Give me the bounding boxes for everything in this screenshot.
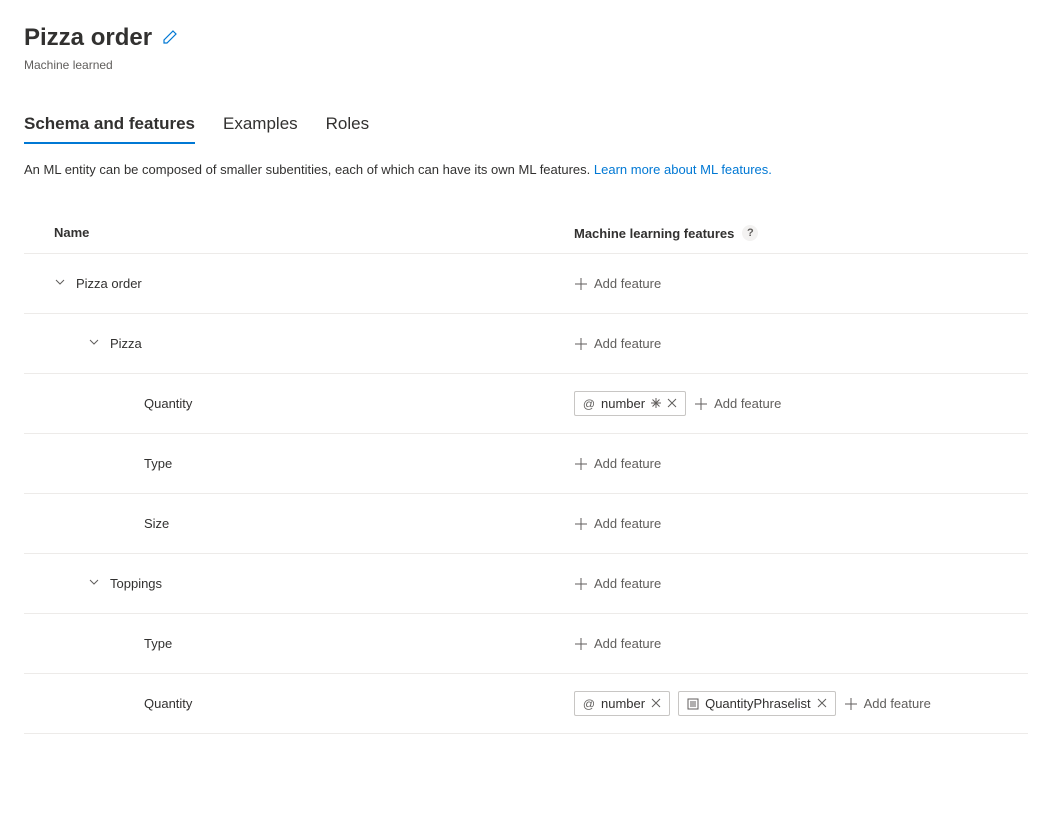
feature-chip[interactable]: @number	[574, 691, 670, 716]
entity-name[interactable]: Pizza order	[76, 276, 142, 291]
add-feature-button[interactable]: Add feature	[574, 516, 661, 531]
edit-icon[interactable]	[162, 29, 178, 48]
close-icon[interactable]	[817, 696, 827, 711]
chevron-down-icon[interactable]	[54, 276, 76, 291]
features-cell: Add feature	[574, 276, 661, 291]
features-cell: Add feature	[574, 516, 661, 531]
feature-chip[interactable]: QuantityPhraselist	[678, 691, 836, 716]
add-feature-button[interactable]: Add feature	[574, 636, 661, 651]
features-cell: @number Add feature	[574, 391, 781, 416]
feature-chip-label: number	[601, 696, 645, 711]
tab-examples[interactable]: Examples	[223, 114, 298, 144]
add-feature-label: Add feature	[594, 636, 661, 651]
required-icon[interactable]	[651, 396, 661, 411]
entity-name[interactable]: Quantity	[144, 696, 192, 711]
entity-name[interactable]: Pizza	[110, 336, 142, 351]
close-icon[interactable]	[667, 396, 677, 411]
add-feature-label: Add feature	[594, 516, 661, 531]
table-row: Toppings Add feature	[24, 554, 1028, 614]
feature-chip-label: number	[601, 396, 645, 411]
chevron-down-icon[interactable]	[88, 576, 110, 591]
features-cell: Add feature	[574, 636, 661, 651]
feature-chip-label: QuantityPhraselist	[705, 696, 811, 711]
entity-name[interactable]: Quantity	[144, 396, 192, 411]
entity-table: Name Machine learning features ? Pizza o…	[24, 213, 1028, 734]
help-icon[interactable]: ?	[742, 225, 758, 241]
column-header-features[interactable]: Machine learning features	[574, 226, 734, 241]
page-title: Pizza order	[24, 24, 152, 52]
add-feature-label: Add feature	[594, 336, 661, 351]
add-feature-label: Add feature	[714, 396, 781, 411]
table-row: Size Add feature	[24, 494, 1028, 554]
add-feature-button[interactable]: Add feature	[574, 336, 661, 351]
table-row: Type Add feature	[24, 614, 1028, 674]
features-cell: Add feature	[574, 336, 661, 351]
feature-chip[interactable]: @number	[574, 391, 686, 416]
entity-name[interactable]: Type	[144, 636, 172, 651]
tab-roles[interactable]: Roles	[326, 114, 369, 144]
features-cell: Add feature	[574, 576, 661, 591]
description-text: An ML entity can be composed of smaller …	[24, 162, 594, 177]
add-feature-button[interactable]: Add feature	[844, 696, 931, 711]
add-feature-button[interactable]: Add feature	[574, 276, 661, 291]
table-row: Type Add feature	[24, 434, 1028, 494]
add-feature-button[interactable]: Add feature	[574, 576, 661, 591]
add-feature-label: Add feature	[594, 276, 661, 291]
add-feature-button[interactable]: Add feature	[574, 456, 661, 471]
column-header-name[interactable]: Name	[54, 225, 574, 241]
close-icon[interactable]	[651, 696, 661, 711]
features-cell: @number QuantityPhraselist Add feature	[574, 691, 931, 716]
learn-more-link[interactable]: Learn more about ML features.	[594, 162, 772, 177]
entity-name[interactable]: Type	[144, 456, 172, 471]
entity-name[interactable]: Size	[144, 516, 169, 531]
entity-name[interactable]: Toppings	[110, 576, 162, 591]
description: An ML entity can be composed of smaller …	[24, 162, 1028, 177]
add-feature-label: Add feature	[594, 456, 661, 471]
table-row: Quantity @number QuantityPhraselist Add fea…	[24, 674, 1028, 734]
add-feature-label: Add feature	[864, 696, 931, 711]
table-row: Pizza Add feature	[24, 314, 1028, 374]
add-feature-label: Add feature	[594, 576, 661, 591]
chevron-down-icon[interactable]	[88, 336, 110, 351]
entity-type-label: Machine learned	[24, 58, 1028, 72]
features-cell: Add feature	[574, 456, 661, 471]
add-feature-button[interactable]: Add feature	[694, 396, 781, 411]
table-row: Quantity @number Add feature	[24, 374, 1028, 434]
table-header: Name Machine learning features ?	[24, 213, 1028, 254]
tab-schema-and-features[interactable]: Schema and features	[24, 114, 195, 144]
table-row: Pizza order Add feature	[24, 254, 1028, 314]
tabs: Schema and features Examples Roles	[24, 114, 1028, 144]
